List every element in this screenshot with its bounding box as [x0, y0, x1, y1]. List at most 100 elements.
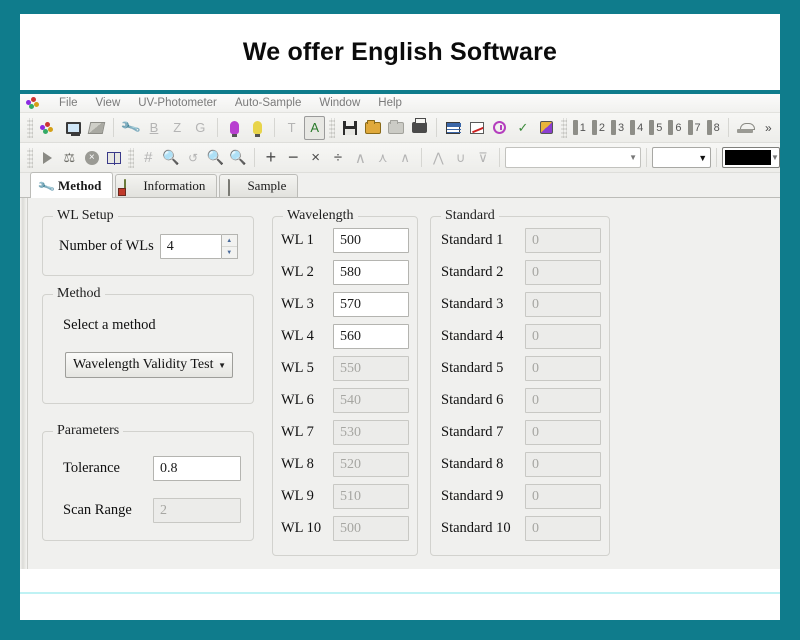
- stepper-buttons[interactable]: ▲ ▼: [222, 234, 238, 259]
- text-tool-icon[interactable]: T: [281, 116, 302, 140]
- standard-10-input[interactable]: 0: [525, 516, 601, 541]
- wl-4-label: WL 4: [281, 328, 333, 345]
- tab-sample[interactable]: Sample: [219, 174, 298, 197]
- menu-item-help[interactable]: Help: [369, 94, 411, 113]
- method-select[interactable]: Wavelength Validity Test ▼: [65, 352, 233, 378]
- menu-item-file[interactable]: File: [50, 94, 87, 113]
- number-of-wls-stepper[interactable]: 4 ▲ ▼: [160, 234, 238, 259]
- peak-icon[interactable]: ∧: [350, 146, 370, 170]
- subtract-icon[interactable]: −: [283, 146, 303, 170]
- standard-4-input[interactable]: 0: [525, 324, 601, 349]
- stepper-down-icon[interactable]: ▼: [222, 247, 237, 258]
- wl-10-input[interactable]: 500: [333, 516, 409, 541]
- annotation-tool-icon[interactable]: A: [304, 116, 325, 140]
- folder-icon[interactable]: [386, 116, 407, 140]
- menu-item-auto-sample[interactable]: Auto-Sample: [226, 94, 310, 113]
- add-icon[interactable]: +: [261, 146, 281, 170]
- zoom-in-icon[interactable]: 🔍: [160, 146, 180, 170]
- channel-button-3[interactable]: 3: [611, 120, 624, 135]
- manual-book-icon[interactable]: [104, 146, 124, 170]
- tungsten-lamp-icon[interactable]: [247, 116, 268, 140]
- menu-item-uv-photometer[interactable]: UV-Photometer: [129, 94, 226, 113]
- standard-3-input[interactable]: 0: [525, 292, 601, 317]
- zoom-select-icon[interactable]: 🔍: [228, 146, 248, 170]
- menu-item-window[interactable]: Window: [310, 94, 369, 113]
- grid-icon[interactable]: #: [138, 146, 158, 170]
- standard-1-input[interactable]: 0: [525, 228, 601, 253]
- number-of-wls-input[interactable]: 4: [160, 234, 222, 259]
- wl-6-input[interactable]: 540: [333, 388, 409, 413]
- monitor-icon[interactable]: [63, 116, 84, 140]
- channel-button-7[interactable]: 7: [688, 120, 701, 135]
- chevron-down-icon: ▼: [698, 153, 707, 163]
- wl-7-label: WL 7: [281, 424, 333, 441]
- kinetics-icon[interactable]: ✓: [512, 116, 533, 140]
- scan-range-input[interactable]: 2: [153, 498, 241, 523]
- deuterium-lamp-icon[interactable]: [224, 116, 245, 140]
- standard-6-input[interactable]: 0: [525, 388, 601, 413]
- color-picker-combo[interactable]: ▼: [722, 147, 780, 168]
- menu-item-view[interactable]: View: [87, 94, 130, 113]
- wl-1-input[interactable]: 500: [333, 228, 409, 253]
- gain-icon[interactable]: G: [190, 116, 211, 140]
- toolbar-grip[interactable]: [128, 148, 134, 168]
- channel-button-5[interactable]: 5: [649, 120, 662, 135]
- wl-3-input[interactable]: 570: [333, 292, 409, 317]
- channel-button-1[interactable]: 1: [573, 120, 586, 135]
- tab-information[interactable]: Information: [115, 174, 217, 197]
- toolbar-grip[interactable]: [561, 118, 567, 138]
- standard-7-input[interactable]: 0: [525, 420, 601, 445]
- open-folder-icon[interactable]: [363, 116, 384, 140]
- standard-8-input[interactable]: 0: [525, 452, 601, 477]
- wl-5-input[interactable]: 550: [333, 356, 409, 381]
- integrate-icon[interactable]: ∪: [450, 146, 470, 170]
- wl-9-input[interactable]: 510: [333, 484, 409, 509]
- zoom-out-icon[interactable]: 🔍: [205, 146, 225, 170]
- toolbar-grip[interactable]: [27, 118, 33, 138]
- toolbar-grip[interactable]: [27, 148, 33, 168]
- method-group-label: Method: [53, 286, 105, 302]
- wl-8-input[interactable]: 520: [333, 452, 409, 477]
- wl-7-input[interactable]: 530: [333, 420, 409, 445]
- tolerance-input[interactable]: 0.8: [153, 456, 241, 481]
- standard-5-input[interactable]: 0: [525, 356, 601, 381]
- divide-icon[interactable]: ÷: [328, 146, 348, 170]
- stepper-up-icon[interactable]: ▲: [222, 235, 237, 247]
- document-combo[interactable]: ▼: [505, 147, 641, 168]
- sample-tray-icon[interactable]: [735, 116, 756, 140]
- table-view-icon[interactable]: [443, 116, 464, 140]
- peak-pick-icon[interactable]: ⋀: [428, 146, 448, 170]
- measure-icon[interactable]: ⚖: [59, 146, 79, 170]
- spectrum-chart-icon[interactable]: [466, 116, 487, 140]
- panel-scrollbar[interactable]: [20, 198, 28, 593]
- channel-button-4[interactable]: 4: [630, 120, 643, 135]
- zoom-reset-icon[interactable]: ↺: [183, 146, 203, 170]
- baseline-correct-icon[interactable]: ⊽: [473, 146, 493, 170]
- line-style-combo[interactable]: ▼: [652, 147, 711, 168]
- derivative-icon[interactable]: ⋏: [373, 146, 393, 170]
- multiply-icon[interactable]: ×: [305, 146, 325, 170]
- channel-label: 3: [618, 122, 624, 134]
- tab-method[interactable]: 🔧 Method: [30, 172, 113, 198]
- wl-2-input[interactable]: 580: [333, 260, 409, 285]
- channel-button-8[interactable]: 8: [707, 120, 720, 135]
- wrench-icon[interactable]: 🔧: [120, 116, 141, 140]
- channel-button-6[interactable]: 6: [668, 120, 681, 135]
- quantitation-icon[interactable]: [536, 116, 557, 140]
- print-icon[interactable]: [409, 116, 430, 140]
- channel-button-2[interactable]: 2: [592, 120, 605, 135]
- play-icon[interactable]: [37, 146, 57, 170]
- fast-forward-icon[interactable]: »: [758, 116, 779, 140]
- smooth-icon[interactable]: ∧: [395, 146, 415, 170]
- toolbar-grip[interactable]: [329, 118, 335, 138]
- shapes-icon[interactable]: [86, 116, 107, 140]
- app-logo-icon[interactable]: [37, 116, 61, 140]
- stop-icon[interactable]: ×: [82, 146, 102, 170]
- standard-2-input[interactable]: 0: [525, 260, 601, 285]
- baseline-icon[interactable]: B: [143, 116, 164, 140]
- timecourse-icon[interactable]: [489, 116, 510, 140]
- zero-icon[interactable]: Z: [167, 116, 188, 140]
- save-icon[interactable]: [339, 116, 360, 140]
- standard-9-input[interactable]: 0: [525, 484, 601, 509]
- wl-4-input[interactable]: 560: [333, 324, 409, 349]
